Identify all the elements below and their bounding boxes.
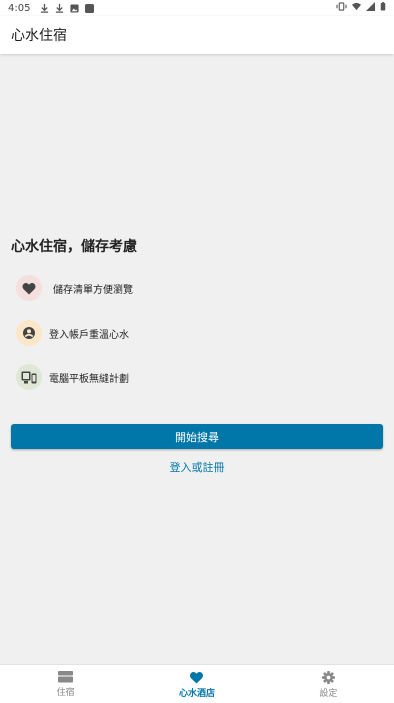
image-icon — [70, 3, 80, 13]
signal-icon — [366, 2, 375, 11]
bottom-nav: 住宿 心水酒店 設定 — [0, 664, 394, 703]
feature-save-list: 儲存清單方便瀏覽 — [16, 275, 133, 301]
feature-login: 登入帳戶重溫心水 — [16, 320, 129, 346]
start-search-button[interactable]: 開始搜尋 — [11, 424, 383, 449]
app-bar: 心水住宿 — [0, 16, 394, 54]
download-icon — [41, 3, 49, 13]
app-icon — [85, 3, 95, 13]
app-bar-title: 心水住宿 — [11, 28, 67, 44]
nav-label: 住宿 — [56, 688, 75, 698]
heart-icon — [16, 275, 42, 301]
nav-label: 設定 — [319, 689, 338, 699]
feature-devices: 電腦平板無縫計劃 — [16, 364, 129, 390]
download-icon — [56, 3, 64, 13]
nav-item-favorites[interactable]: 心水酒店 — [131, 665, 262, 703]
nav-label: 心水酒店 — [178, 689, 215, 699]
bed-icon — [58, 671, 74, 683]
gear-icon — [321, 671, 335, 684]
feature-label: 登入帳戶重溫心水 — [49, 329, 129, 341]
wifi-icon — [352, 2, 361, 11]
status-bar: 4:05 — [0, 0, 394, 16]
nav-item-stays[interactable]: 住宿 — [0, 665, 131, 703]
battery-icon — [380, 2, 386, 11]
nav-item-settings[interactable]: 設定 — [263, 665, 394, 703]
feature-label: 儲存清單方便瀏覽 — [53, 284, 133, 296]
devices-icon — [16, 364, 42, 390]
feature-label: 電腦平板無縫計劃 — [49, 373, 129, 385]
page-headline: 心水住宿，儲存考慮 — [11, 239, 137, 255]
status-time: 4:05 — [8, 2, 31, 14]
login-register-link[interactable]: 登入或註冊 — [0, 459, 394, 475]
heart-icon — [190, 671, 204, 684]
vibrate-icon — [336, 2, 347, 11]
account-icon — [16, 320, 42, 346]
